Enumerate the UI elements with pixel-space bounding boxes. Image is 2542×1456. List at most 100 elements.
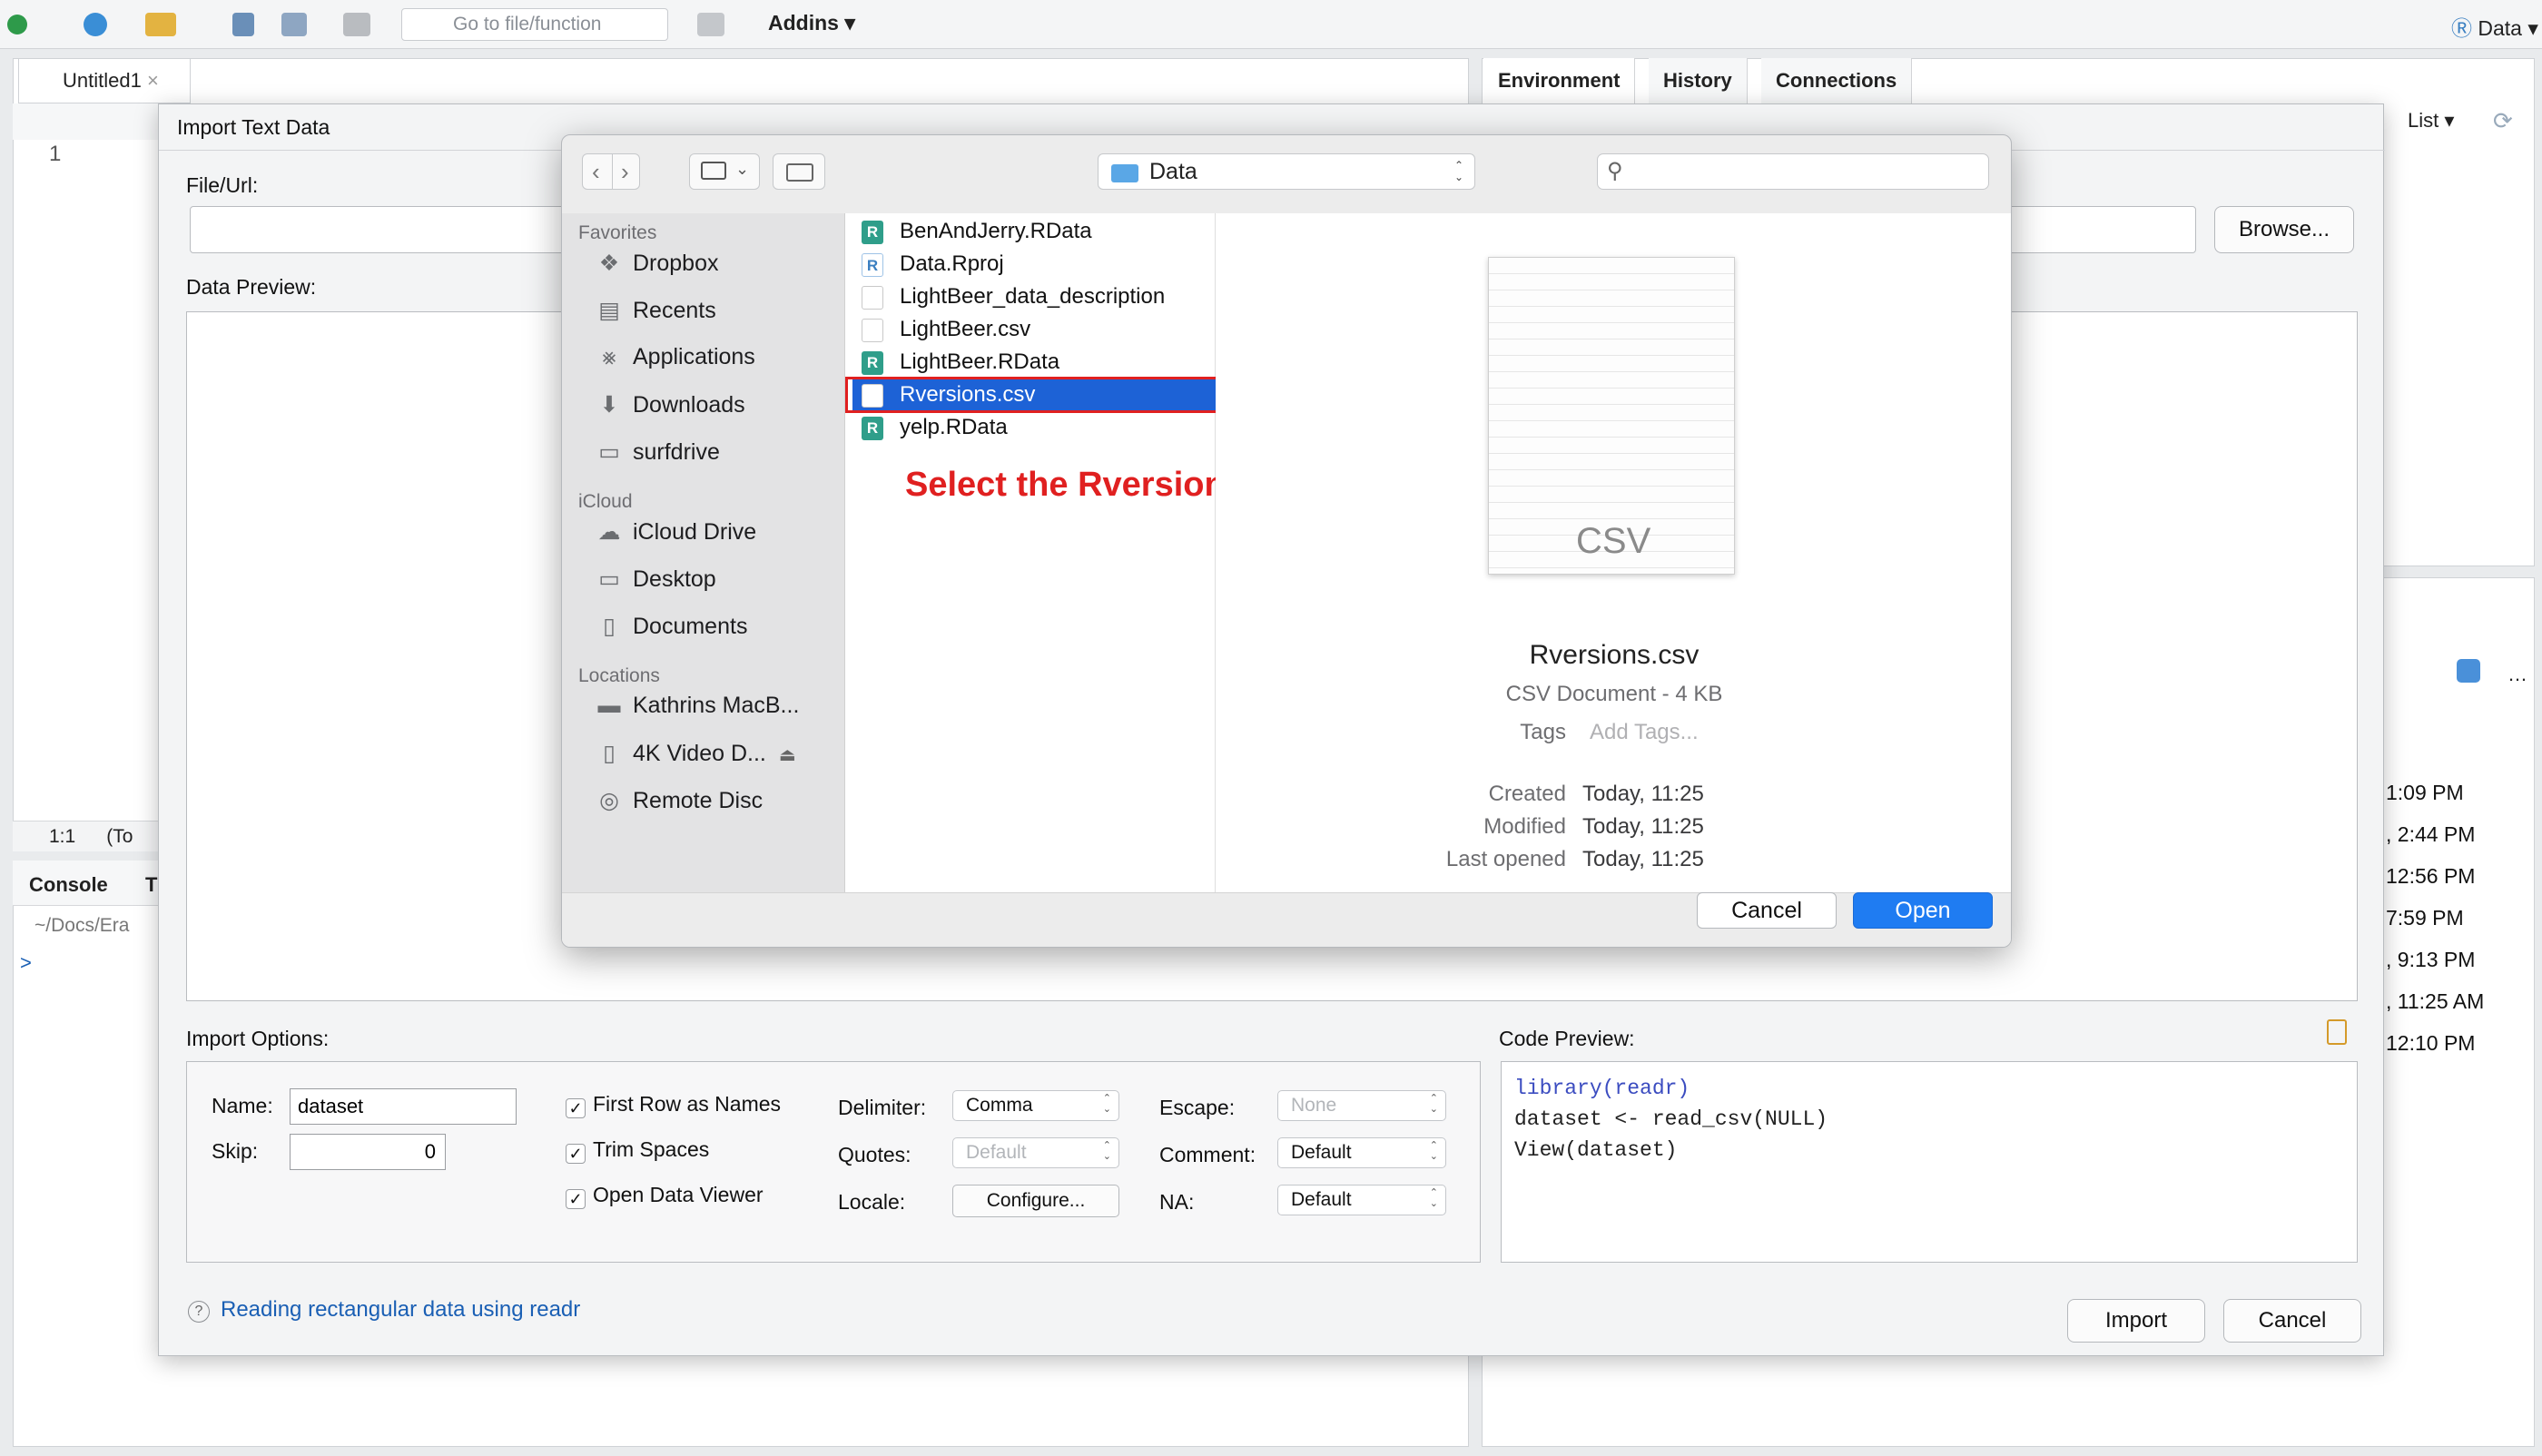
open-file-icon[interactable] xyxy=(145,13,176,36)
line-number: 1 xyxy=(49,142,62,166)
sidebar-item-downloads[interactable]: ⬇ Downloads xyxy=(595,391,745,418)
trim-spaces-checkbox[interactable]: ✓ Trim Spaces xyxy=(566,1137,709,1164)
console-path: ~/Docs/Era xyxy=(34,915,130,936)
import-options-label: Import Options: xyxy=(186,1027,330,1050)
sidebar-item-recents[interactable]: ▤ Recents xyxy=(595,297,716,324)
icloud-header: iCloud xyxy=(578,491,633,512)
view-mode-button[interactable]: ⌄ xyxy=(689,153,760,190)
sidebar-item-applications[interactable]: ⨳ Applications xyxy=(595,344,755,370)
new-folder-button[interactable] xyxy=(773,153,825,190)
project-menu[interactable]: Ⓡ Data ▾ xyxy=(2451,11,2538,42)
clipboard-icon[interactable] xyxy=(2327,1019,2347,1045)
name-label: Name: xyxy=(212,1094,273,1117)
modified-value: Today, 11:25 xyxy=(1582,814,1704,839)
r-project-icon[interactable] xyxy=(2457,659,2480,683)
chevron-left-icon: ‹ xyxy=(592,158,600,185)
addins-menu[interactable]: Addins ▾ xyxy=(768,11,855,35)
file-item[interactable]: R BenAndJerry.RData xyxy=(852,215,1219,248)
sidebar-item-remote-disc[interactable]: ◎ Remote Disc xyxy=(595,787,763,814)
code-line: dataset <- read_csv(NULL) xyxy=(1514,1107,1828,1131)
preview-filename: Rversions.csv xyxy=(1529,640,1700,670)
comment-select[interactable]: Default xyxy=(1277,1137,1446,1168)
console-prompt[interactable]: > xyxy=(20,951,32,975)
current-folder-label: Data xyxy=(1149,159,1197,184)
rdata-file-icon: R xyxy=(862,417,883,440)
browse-button[interactable]: Browse... xyxy=(2214,206,2354,253)
desktop-icon: ▭ xyxy=(598,566,620,592)
file-cancel-button[interactable]: Cancel xyxy=(1697,892,1837,929)
skip-label: Skip: xyxy=(212,1139,259,1163)
sidebar-item-desktop[interactable]: ▭ Desktop xyxy=(595,566,716,593)
columns-view-icon xyxy=(701,162,726,180)
file-time: , 2:44 PM xyxy=(2386,822,2476,846)
tab-terminal[interactable]: T xyxy=(145,873,157,897)
new-file-icon[interactable] xyxy=(7,15,27,34)
search-input[interactable]: ⚲ xyxy=(1597,153,1989,190)
sidebar-item-macbook[interactable]: ▬ Kathrins MacB... xyxy=(595,693,800,719)
eject-icon[interactable]: ⏏ xyxy=(779,745,796,765)
rproj-file-icon: R xyxy=(862,253,883,277)
grid-layout-icon[interactable] xyxy=(697,13,724,36)
tab-console[interactable]: Console xyxy=(29,873,108,897)
first-row-names-checkbox[interactable]: ✓ First Row as Names xyxy=(566,1092,781,1118)
escape-select[interactable]: None xyxy=(1277,1090,1446,1121)
save-all-icon[interactable] xyxy=(281,13,307,36)
locations-header: Locations xyxy=(578,665,660,686)
csv-file-icon xyxy=(862,319,883,342)
file-time: , 11:25 AM xyxy=(2386,989,2485,1013)
quotes-select[interactable]: Default xyxy=(952,1137,1119,1168)
code-preview-label: Code Preview: xyxy=(1499,1027,1635,1050)
delimiter-select[interactable]: Comma xyxy=(952,1090,1119,1121)
rdata-file-icon: R xyxy=(862,221,883,244)
print-icon[interactable] xyxy=(343,13,370,36)
disc-icon: ◎ xyxy=(599,788,619,813)
location-popup[interactable]: Data ⌃ ⌄ xyxy=(1098,153,1475,190)
laptop-icon: ▬ xyxy=(597,693,621,718)
file-item[interactable]: LightBeer.csv xyxy=(852,313,1219,346)
goto-file-input[interactable]: Go to file/function xyxy=(401,8,668,41)
na-select[interactable]: Default xyxy=(1277,1185,1446,1215)
locale-label: Locale: xyxy=(838,1190,906,1214)
save-icon[interactable] xyxy=(232,13,254,36)
add-tags-field[interactable]: Add Tags... xyxy=(1590,720,1699,745)
code-line: library(readr) xyxy=(1514,1077,1690,1100)
configure-locale-button[interactable]: Configure... xyxy=(952,1185,1119,1217)
drive-icon: ▯ xyxy=(603,741,616,766)
tab-untitled1[interactable]: Untitled1 × xyxy=(18,58,191,103)
sidebar-item-surfdrive[interactable]: ▭ surfdrive xyxy=(595,438,720,466)
dropbox-icon: ❖ xyxy=(598,251,620,276)
new-project-icon[interactable] xyxy=(84,13,107,36)
chevron-down-icon: ⌄ xyxy=(735,160,750,178)
comment-label: Comment: xyxy=(1159,1143,1256,1166)
preview-kind: CSV Document - 4 KB xyxy=(1505,682,1723,706)
file-time: 12:56 PM xyxy=(2386,864,2476,888)
tab-history[interactable]: History xyxy=(1649,58,1748,103)
skip-input[interactable] xyxy=(290,1134,446,1170)
file-open-dialog: ‹ › ⌄ Data ⌃ ⌄ ⚲ Favorites ❖ Dropbox ▤ Rec… xyxy=(561,134,2012,948)
import-cancel-button[interactable]: Cancel xyxy=(2223,1299,2361,1343)
readr-help-link[interactable]: Reading rectangular data using readr xyxy=(221,1297,580,1323)
updown-icon: ⌃ ⌄ xyxy=(1453,159,1463,183)
folder-plus-icon xyxy=(786,163,813,182)
file-open-button[interactable]: Open xyxy=(1853,892,1993,929)
sidebar-item-documents[interactable]: ▯ Documents xyxy=(595,613,747,640)
file-item[interactable]: R LightBeer.RData xyxy=(852,346,1219,379)
name-input[interactable] xyxy=(290,1088,517,1125)
sidebar-item-dropbox[interactable]: ❖ Dropbox xyxy=(595,250,719,277)
tab-environment[interactable]: Environment xyxy=(1483,58,1636,103)
sidebar-item-4k-video[interactable]: ▯ 4K Video D... ⏏ xyxy=(595,740,796,767)
file-item[interactable]: LightBeer_data_description xyxy=(852,280,1219,313)
sidebar-item-icloud-drive[interactable]: ☁ iCloud Drive xyxy=(595,518,757,546)
refresh-icon[interactable]: ⟳ xyxy=(2493,107,2513,135)
file-item[interactable]: Ryelp.RData xyxy=(852,411,1219,444)
file-time: 7:59 PM xyxy=(2386,906,2464,930)
more-icon[interactable]: … xyxy=(2508,663,2527,686)
file-item[interactable]: R Data.Rproj xyxy=(852,248,1219,280)
open-data-viewer-checkbox[interactable]: ✓ Open Data Viewer xyxy=(566,1183,764,1209)
applications-icon: ⨳ xyxy=(602,344,616,369)
list-view-toggle[interactable]: List ▾ xyxy=(2408,109,2454,133)
file-time: 12:10 PM xyxy=(2386,1031,2476,1055)
tab-connections[interactable]: Connections xyxy=(1761,58,1913,103)
import-button[interactable]: Import xyxy=(2067,1299,2205,1343)
nav-back-button[interactable]: ‹ › xyxy=(582,153,640,190)
